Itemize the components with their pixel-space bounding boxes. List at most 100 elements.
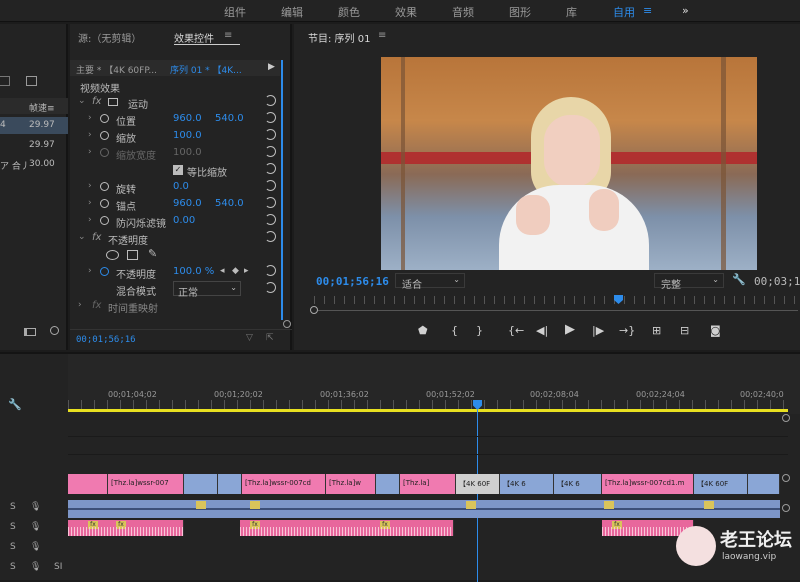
workspace-tab-assembly[interactable]: 组件 <box>224 4 246 20</box>
video-clip[interactable]: [Thz.la] <box>400 474 456 494</box>
blend-mode-select[interactable]: 正常 ⌄ <box>173 281 241 299</box>
tab-effect-controls[interactable]: 效果控件 <box>174 30 214 45</box>
lift-icon[interactable]: ⊞ <box>652 324 661 337</box>
audio-track-header[interactable]: S 🎙 <box>0 502 68 517</box>
workspace-tab-effects[interactable]: 效果 <box>395 4 417 20</box>
new-bin-icon[interactable] <box>26 76 37 86</box>
add-keyframe-icon[interactable]: ◆ <box>232 266 239 276</box>
rotation-value[interactable]: 0.0 <box>173 181 189 192</box>
position-y-value[interactable]: 540.0 <box>215 113 244 124</box>
scale-value[interactable]: 100.0 <box>173 130 202 141</box>
wrench-icon[interactable]: 🔧 <box>8 398 22 411</box>
scroll-handle[interactable] <box>782 504 790 512</box>
reset-icon[interactable] <box>265 282 276 293</box>
play-icon[interactable]: ▶ <box>565 322 575 337</box>
motion-effect-row[interactable]: ⌄ fx 运动 <box>70 94 280 111</box>
scroll-handle[interactable] <box>782 414 790 422</box>
reset-icon[interactable] <box>265 146 276 157</box>
transform-box-icon[interactable] <box>108 98 118 106</box>
reset-icon[interactable] <box>265 180 276 191</box>
video-clip[interactable]: [Thz.la]wssr-007 <box>108 474 184 494</box>
workspace-tab-graphics[interactable]: 图形 <box>509 4 531 20</box>
video-frame[interactable] <box>381 57 757 270</box>
zoom-handle[interactable] <box>310 306 318 314</box>
video-clip[interactable] <box>376 474 400 494</box>
video-clip[interactable] <box>184 474 218 494</box>
add-marker-icon[interactable]: ⬟ <box>418 324 428 337</box>
audio-clip[interactable]: fx fx <box>68 520 184 536</box>
microphone-icon[interactable]: 🎙 <box>30 542 41 552</box>
more-workspaces-icon[interactable]: » <box>682 4 689 17</box>
mark-out-icon[interactable]: } <box>476 324 483 337</box>
reset-icon[interactable] <box>265 265 276 276</box>
reset-icon[interactable] <box>265 95 276 106</box>
audio-clip[interactable]: fx fx <box>240 520 454 536</box>
microphone-icon[interactable]: 🎙 <box>30 502 41 512</box>
prev-keyframe-icon[interactable]: ◂ <box>220 266 225 276</box>
tab-source[interactable]: 源:（无剪辑） <box>78 30 141 45</box>
stopwatch-icon[interactable] <box>100 199 109 208</box>
time-remap-row[interactable]: › fx 时间重映射 <box>70 298 280 315</box>
ellipse-mask-icon[interactable] <box>106 250 119 260</box>
panel-menu-icon[interactable]: ≡ <box>224 30 232 41</box>
nested-audio-track[interactable] <box>68 500 780 518</box>
stopwatch-icon[interactable] <box>100 114 109 123</box>
audio-track-header[interactable]: S 🎙 <box>0 522 68 537</box>
video-clip[interactable]: 【4K 60F <box>694 474 748 494</box>
reset-icon[interactable] <box>265 231 276 242</box>
reset-icon[interactable] <box>265 163 276 174</box>
audio-track-header[interactable]: S 🎙 SI <box>0 562 68 577</box>
stopwatch-icon[interactable] <box>100 131 109 140</box>
program-timecode[interactable]: 00;01;56;16 <box>316 275 389 288</box>
stopwatch-icon[interactable] <box>100 182 109 191</box>
filter-icon[interactable]: ▽ <box>246 333 253 343</box>
workspace-tab-custom[interactable]: 自用 <box>613 4 635 20</box>
video-clip[interactable]: 【4K 6 <box>500 474 554 494</box>
pen-mask-icon[interactable]: ✎ <box>148 247 157 260</box>
opacity-effect-row[interactable]: ⌄ fx 不透明度 <box>70 230 280 247</box>
quality-select[interactable]: 完整 ⌄ <box>654 273 724 291</box>
anchor-x-value[interactable]: 960.0 <box>173 198 202 209</box>
reset-icon[interactable] <box>265 112 276 123</box>
scroll-handle[interactable] <box>283 320 291 328</box>
video-clip[interactable] <box>68 474 108 494</box>
master-clip-label[interactable]: 主要 * 【4K 60FP... <box>76 63 157 76</box>
rectangle-mask-icon[interactable] <box>127 250 138 260</box>
workspace-tab-libraries[interactable]: 库 <box>566 4 577 20</box>
position-x-value[interactable]: 960.0 <box>173 113 202 124</box>
opacity-value[interactable]: 100.0 % <box>173 266 214 277</box>
video-clip[interactable] <box>748 474 780 494</box>
search-icon[interactable] <box>50 326 59 335</box>
anchor-y-value[interactable]: 540.0 <box>215 198 244 209</box>
workspace-menu-icon[interactable]: ≡ <box>643 4 652 17</box>
workspace-tab-color[interactable]: 颜色 <box>338 4 360 20</box>
video-clip[interactable]: 【4K 60F <box>456 474 500 494</box>
panel-menu-icon[interactable]: ≡ <box>378 30 386 41</box>
workspace-tab-editing[interactable]: 编辑 <box>281 4 303 20</box>
export-frame-icon[interactable]: ◙ <box>710 324 721 337</box>
sequence-clip-label[interactable]: 序列 01 * 【4K... <box>170 63 242 76</box>
program-title[interactable]: 节目: 序列 01 <box>308 30 370 45</box>
play-only-icon[interactable]: ▶ <box>268 62 275 72</box>
next-keyframe-icon[interactable]: ▸ <box>244 266 249 276</box>
fx-timeline-playhead[interactable] <box>281 60 283 320</box>
wrench-icon[interactable]: 🔧 <box>732 273 746 286</box>
list-view-icon[interactable] <box>24 328 36 336</box>
audio-track-header[interactable]: S 🎙 <box>0 542 68 557</box>
reset-icon[interactable] <box>265 214 276 225</box>
scroll-handle[interactable] <box>782 474 790 482</box>
video-clip[interactable]: 【4K 6 <box>554 474 602 494</box>
monitor-ruler[interactable] <box>314 296 800 304</box>
reset-icon[interactable] <box>265 129 276 140</box>
go-to-out-icon[interactable]: →} <box>619 324 635 337</box>
export-icon[interactable]: ⇱ <box>266 333 274 343</box>
video-clip[interactable] <box>218 474 242 494</box>
reset-icon[interactable] <box>265 197 276 208</box>
extract-icon[interactable]: ⊟ <box>680 324 689 337</box>
stopwatch-icon[interactable] <box>100 216 109 225</box>
fx-timecode[interactable]: 00;01;56;16 <box>76 335 136 345</box>
uniform-scale-checkbox[interactable]: ✓ <box>173 165 183 175</box>
stopwatch-icon[interactable] <box>100 267 109 276</box>
zoom-select[interactable]: 适合 ⌄ <box>395 273 465 291</box>
work-area-bar[interactable] <box>68 409 788 412</box>
